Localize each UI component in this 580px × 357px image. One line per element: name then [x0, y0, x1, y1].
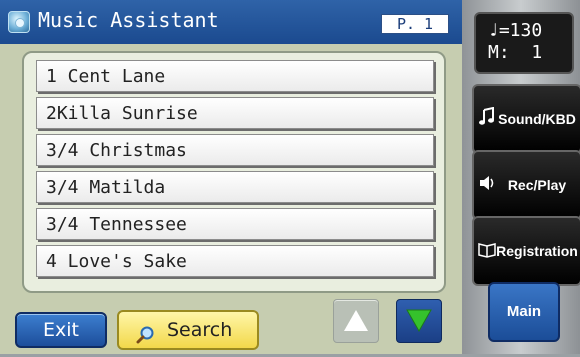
- triangle-down-icon: [406, 309, 432, 333]
- search-button[interactable]: Search: [117, 310, 259, 350]
- song-item[interactable]: 1 Cent Lane: [36, 60, 434, 92]
- sound-kbd-label: Sound/KBD: [498, 111, 576, 127]
- page-indicator: P. 1: [381, 14, 449, 34]
- registration-button[interactable]: Registration: [472, 216, 580, 286]
- search-label: Search: [167, 319, 233, 341]
- tempo-display: ♩=130 M: 1: [474, 12, 574, 74]
- magnifier-icon: [135, 321, 155, 344]
- song-list: 1 Cent Lane 2Killa Sunrise 3/4 Christmas…: [36, 60, 434, 282]
- scroll-up-button[interactable]: [333, 299, 379, 343]
- rec-play-button[interactable]: Rec/Play: [472, 150, 580, 220]
- music-disc-icon: [8, 11, 30, 33]
- main-button[interactable]: Main: [488, 282, 560, 342]
- triangle-up-icon: [344, 310, 368, 331]
- song-item[interactable]: 3/4 Matilda: [36, 171, 434, 203]
- scroll-down-button[interactable]: [396, 299, 442, 343]
- song-item[interactable]: 3/4 Christmas: [36, 134, 434, 166]
- song-item[interactable]: 3/4 Tennessee: [36, 208, 434, 240]
- song-list-panel: 1 Cent Lane 2Killa Sunrise 3/4 Christmas…: [22, 51, 446, 293]
- title-bar: Music Assistant P. 1: [0, 0, 462, 44]
- exit-button[interactable]: Exit: [15, 312, 107, 348]
- sound-kbd-button[interactable]: Sound/KBD: [472, 84, 580, 154]
- rec-play-label: Rec/Play: [507, 177, 567, 193]
- bottom-controls: Exit Search: [0, 296, 462, 354]
- music-assistant-screen: Music Assistant P. 1 1 Cent Lane 2Killa …: [0, 0, 462, 354]
- right-sidebar: ♩=130 M: 1 Sound/KBD Rec/Play Registrati…: [462, 0, 580, 354]
- registration-label: Registration: [496, 243, 578, 259]
- measure-value: M: 1: [488, 42, 543, 63]
- tempo-value: ♩=130: [488, 20, 543, 41]
- window-title: Music Assistant: [38, 8, 219, 32]
- song-item[interactable]: 2Killa Sunrise: [36, 97, 434, 129]
- song-item[interactable]: 4 Love's Sake: [36, 245, 434, 277]
